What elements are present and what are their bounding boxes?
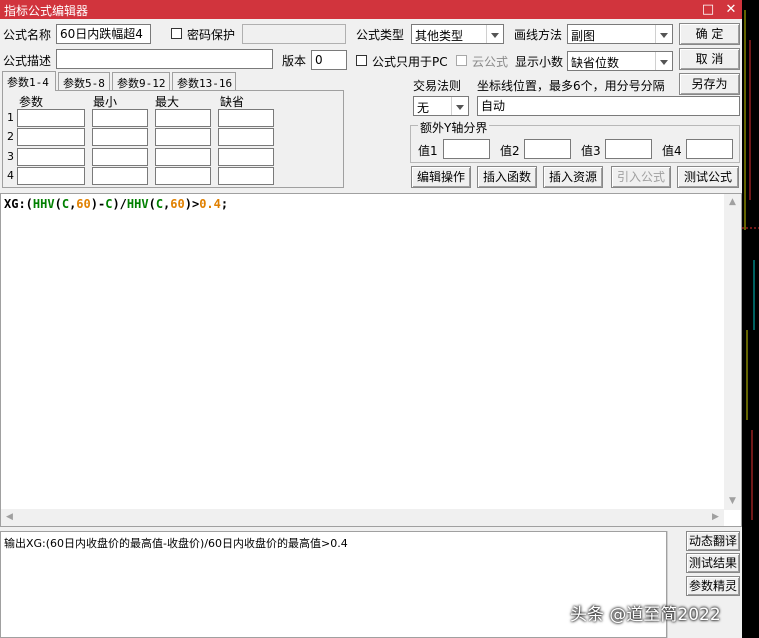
tab-params-9-12[interactable]: 参数9-12 <box>112 72 170 90</box>
param-3-min-input[interactable] <box>92 148 148 166</box>
value-1-label: 值1 <box>418 144 438 158</box>
cloud-formula-label: 云公式 <box>472 55 509 69</box>
value-2-label: 值2 <box>500 144 520 158</box>
value-3-label: 值3 <box>581 144 601 158</box>
trade-rule-label: 交易法则 <box>413 79 462 93</box>
editor-horizontal-scrollbar[interactable]: ◀ ▶ <box>1 509 724 526</box>
insert-resource-button[interactable]: 插入资源 <box>543 166 603 188</box>
pc-only-checkbox[interactable] <box>356 55 367 66</box>
watermark-text: 头条 @道至简2022 <box>570 605 721 625</box>
param-row-index: 3 <box>7 150 14 163</box>
param-header-max: 最大 <box>155 95 180 109</box>
draw-method-select[interactable]: 副图 <box>567 24 673 44</box>
formula-desc-input[interactable] <box>56 49 273 69</box>
param-2-default-input[interactable] <box>218 128 274 146</box>
value-4-input[interactable] <box>686 139 733 159</box>
param-2-max-input[interactable] <box>155 128 211 146</box>
param-4-default-input[interactable] <box>218 167 274 185</box>
draw-method-label: 画线方法 <box>514 28 563 42</box>
formula-code: XG:(HHV(C,60)-C)/HHV(C,60)>0.4; <box>4 197 229 211</box>
decimals-select[interactable]: 缺省位数 <box>567 51 673 71</box>
param-1-name-input[interactable] <box>17 109 85 127</box>
version-input[interactable]: 0 <box>311 50 347 70</box>
tab-params-5-8[interactable]: 参数5-8 <box>58 72 110 90</box>
scroll-up-icon[interactable]: ▲ <box>724 194 741 211</box>
tab-params-1-4[interactable]: 参数1-4 <box>2 71 56 91</box>
decimals-label: 显示小数 <box>515 55 564 69</box>
formula-type-select[interactable]: 其他类型 <box>411 24 504 44</box>
formula-editor-window: 指标公式编辑器 □ ✕ 公式名称 60日内跌幅超4 密码保护 公式类型 其他类型… <box>0 0 742 638</box>
title-bar: 指标公式编辑器 □ ✕ <box>0 0 742 19</box>
param-2-name-input[interactable] <box>17 128 85 146</box>
background-chart-strip <box>742 0 759 638</box>
value-1-input[interactable] <box>443 139 490 159</box>
value-2-input[interactable] <box>524 139 571 159</box>
value-4-label: 值4 <box>662 144 682 158</box>
scroll-down-icon[interactable]: ▼ <box>724 493 741 510</box>
param-header-min: 最小 <box>93 95 118 109</box>
editor-vertical-scrollbar[interactable]: ▲ ▼ <box>724 194 741 510</box>
param-2-min-input[interactable] <box>92 128 148 146</box>
formula-type-label: 公式类型 <box>356 28 405 42</box>
param-row-index: 4 <box>7 169 14 182</box>
decimals-value: 缺省位数 <box>571 56 620 70</box>
param-3-default-input[interactable] <box>218 148 274 166</box>
param-wizard-button[interactable]: 参数精灵 <box>686 576 740 596</box>
param-1-min-input[interactable] <box>92 109 148 127</box>
trade-rule-select[interactable]: 无 <box>413 96 469 116</box>
axis-hint-label: 坐标线位置，最多6个，用分号分隔 <box>477 79 665 93</box>
test-result-button[interactable]: 测试结果 <box>686 553 740 573</box>
window-title: 指标公式编辑器 <box>4 4 89 18</box>
formula-name-input[interactable]: 60日内跌幅超4 <box>56 24 151 44</box>
param-table: 参数 最小 最大 缺省 1 2 3 4 <box>2 90 344 188</box>
cancel-button[interactable]: 取 消 <box>679 48 740 70</box>
password-input <box>242 24 346 44</box>
param-row-index: 1 <box>7 111 14 124</box>
param-4-name-input[interactable] <box>17 167 85 185</box>
param-1-max-input[interactable] <box>155 109 211 127</box>
formula-desc-label: 公式描述 <box>3 54 52 68</box>
draw-method-value: 副图 <box>571 29 596 43</box>
password-label: 密码保护 <box>187 28 236 42</box>
tab-params-13-16[interactable]: 参数13-16 <box>172 72 236 90</box>
chevron-down-icon <box>451 97 468 115</box>
pc-only-label: 公式只用于PC <box>372 55 448 69</box>
test-formula-button[interactable]: 测试公式 <box>677 166 739 188</box>
axis-position-input[interactable]: 自动 <box>477 96 740 116</box>
chart-fragment <box>742 10 759 520</box>
param-4-min-input[interactable] <box>92 167 148 185</box>
formula-name-label: 公式名称 <box>3 28 52 42</box>
param-4-max-input[interactable] <box>155 167 211 185</box>
password-checkbox[interactable] <box>171 28 182 39</box>
import-formula-button: 引入公式 <box>611 166 671 188</box>
chevron-down-icon <box>486 25 503 43</box>
restore-icon[interactable]: □ <box>697 0 719 19</box>
param-row-index: 2 <box>7 130 14 143</box>
insert-function-button[interactable]: 插入函数 <box>477 166 537 188</box>
close-icon[interactable]: ✕ <box>720 0 742 19</box>
dynamic-translate-button[interactable]: 动态翻译 <box>686 531 740 551</box>
param-1-default-input[interactable] <box>218 109 274 127</box>
scroll-right-icon[interactable]: ▶ <box>707 509 724 526</box>
ok-button[interactable]: 确 定 <box>679 23 740 45</box>
trade-rule-value: 无 <box>417 101 430 115</box>
param-header-default: 缺省 <box>220 95 245 109</box>
extra-y-axis-label: 额外Y轴分界 <box>418 119 490 136</box>
value-3-input[interactable] <box>605 139 652 159</box>
formula-type-value: 其他类型 <box>415 29 464 43</box>
param-3-name-input[interactable] <box>17 148 85 166</box>
param-header-name: 参数 <box>19 95 44 109</box>
version-label: 版本 <box>282 54 307 68</box>
formula-code-editor[interactable]: XG:(HHV(C,60)-C)/HHV(C,60)>0.4; ▲ ▼ ◀ ▶ <box>0 193 742 527</box>
chevron-down-icon <box>655 52 672 70</box>
edit-operation-button[interactable]: 编辑操作 <box>411 166 471 188</box>
output-text: 输出XG:(60日内收盘价的最高值-收盘价)/60日内收盘价的最高值>0.4 <box>4 537 348 550</box>
output-panel: 输出XG:(60日内收盘价的最高值-收盘价)/60日内收盘价的最高值>0.4 <box>0 531 667 638</box>
cloud-formula-checkbox <box>456 55 467 66</box>
scroll-left-icon[interactable]: ◀ <box>1 509 18 526</box>
chevron-down-icon <box>655 25 672 43</box>
param-3-max-input[interactable] <box>155 148 211 166</box>
save-as-button[interactable]: 另存为 <box>679 73 740 95</box>
